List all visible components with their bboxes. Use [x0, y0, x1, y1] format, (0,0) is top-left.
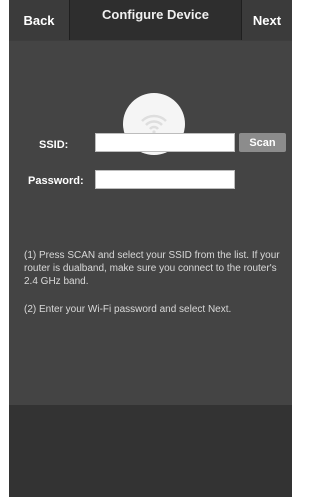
- bottom-area: [9, 405, 292, 497]
- instruction-step-2: (2) Enter your Wi-Fi password and select…: [24, 304, 232, 315]
- top-bar: Back Configure Device Next: [9, 0, 292, 40]
- ssid-input[interactable]: [95, 133, 235, 152]
- config-panel: SSID: Scan Password: (1) Press SCAN and …: [9, 41, 292, 405]
- app-screen: Back Configure Device Next SSID: Scan Pa…: [9, 0, 292, 497]
- next-button[interactable]: Next: [242, 0, 292, 40]
- password-label: Password:: [28, 175, 84, 187]
- page-title: Configure Device: [102, 7, 209, 22]
- ssid-label: SSID:: [39, 139, 69, 151]
- scan-button[interactable]: Scan: [239, 133, 286, 152]
- instruction-step-1: (1) Press SCAN and select your SSID from…: [24, 250, 280, 287]
- back-button[interactable]: Back: [9, 0, 69, 40]
- password-input[interactable]: [95, 170, 235, 189]
